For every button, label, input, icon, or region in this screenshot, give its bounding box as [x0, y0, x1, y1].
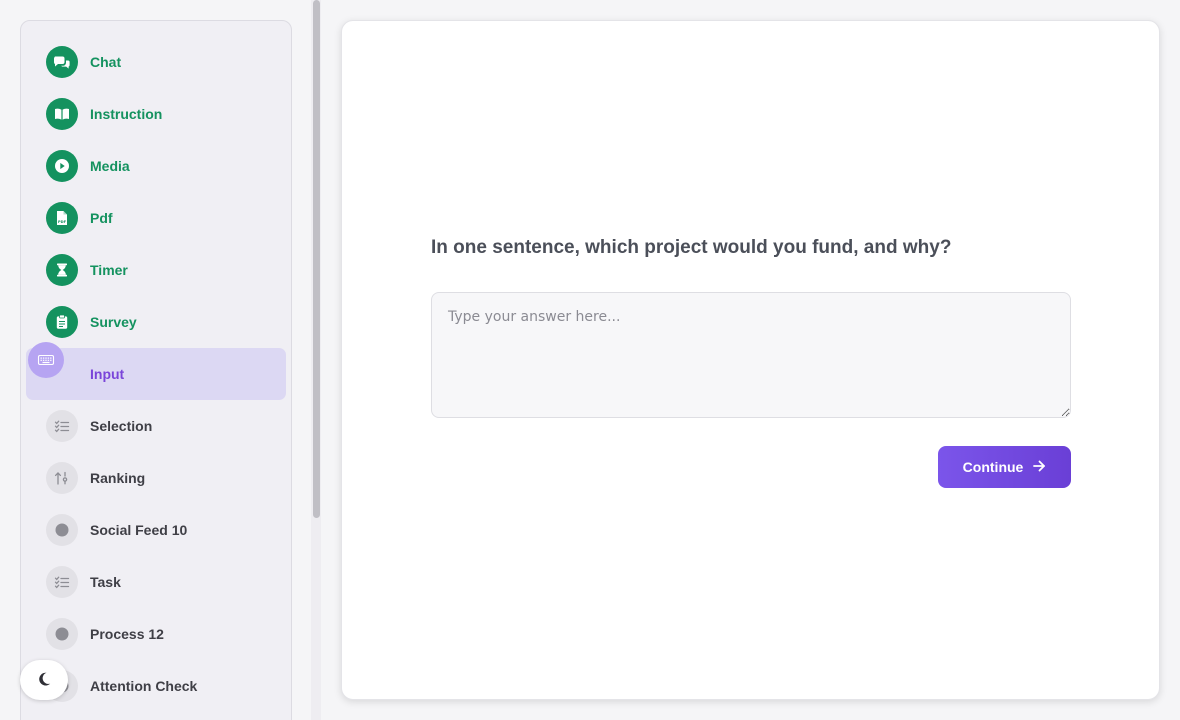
sidebar-item-process-12[interactable]: Process 12 — [21, 608, 291, 660]
dot-icon — [46, 514, 78, 546]
sidebar-item-label: Input — [90, 366, 125, 382]
sidebar-item-survey[interactable]: Survey — [21, 296, 291, 348]
sidebar-item-label: Survey — [90, 314, 137, 330]
dot-icon — [46, 618, 78, 650]
clipboard-icon — [46, 306, 78, 338]
pdf-file-icon: PDF — [46, 202, 78, 234]
sidebar-item-label: Media — [90, 158, 130, 174]
chat-bubbles-icon — [46, 46, 78, 78]
sidebar-item-label: Process 12 — [90, 626, 164, 642]
continue-button[interactable]: Continue — [938, 446, 1071, 488]
sidebar-item-selection[interactable]: Selection — [21, 400, 291, 452]
sidebar-item-label: Selection — [90, 418, 153, 434]
sidebar-item-label: Instruction — [90, 106, 163, 122]
sidebar-item-ranking[interactable]: Ranking — [21, 452, 291, 504]
arrow-right-icon — [1032, 459, 1046, 476]
sidebar-item-instruction[interactable]: Instruction — [21, 88, 291, 140]
sidebar-item-label: Pdf — [90, 210, 113, 226]
sidebar-item-media[interactable]: Media — [21, 140, 291, 192]
sidebar-item-timer[interactable]: Timer — [21, 244, 291, 296]
step-card: In one sentence, which project would you… — [341, 20, 1160, 700]
moon-icon — [36, 671, 52, 690]
step-sidebar: Chat Instruction Media PDF Pdf Timer Sur… — [20, 20, 292, 720]
book-icon — [46, 98, 78, 130]
sidebar-item-label: Social Feed 10 — [90, 522, 188, 538]
play-icon — [46, 150, 78, 182]
app-root: Chat Instruction Media PDF Pdf Timer Sur… — [0, 0, 1180, 720]
continue-label: Continue — [962, 459, 1024, 475]
sidebar-item-pdf[interactable]: PDF Pdf — [21, 192, 291, 244]
keyboard-icon — [28, 342, 64, 378]
sort-arrows-icon — [46, 462, 78, 494]
sidebar-scrollbar-thumb[interactable] — [313, 0, 320, 518]
sidebar-item-chat[interactable]: Chat — [21, 36, 291, 88]
sidebar-item-label: Attention Check — [90, 678, 198, 694]
sidebar-item-label: Chat — [90, 54, 122, 70]
svg-text:PDF: PDF — [58, 220, 67, 224]
sidebar-item-label: Task — [90, 574, 121, 590]
sidebar-item-task[interactable]: Task — [21, 556, 291, 608]
sidebar-item-label: Ranking — [90, 470, 146, 486]
theme-toggle-button[interactable] — [20, 660, 68, 700]
hourglass-icon — [46, 254, 78, 286]
answer-input[interactable] — [431, 292, 1071, 418]
question-text: In one sentence, which project would you… — [431, 237, 952, 258]
sidebar-item-input[interactable]: Input — [26, 342, 286, 400]
checklist-icon — [46, 410, 78, 442]
sidebar-item-label: Timer — [90, 262, 128, 278]
sidebar-item-social-feed-10[interactable]: Social Feed 10 — [21, 504, 291, 556]
checklist-icon — [46, 566, 78, 598]
